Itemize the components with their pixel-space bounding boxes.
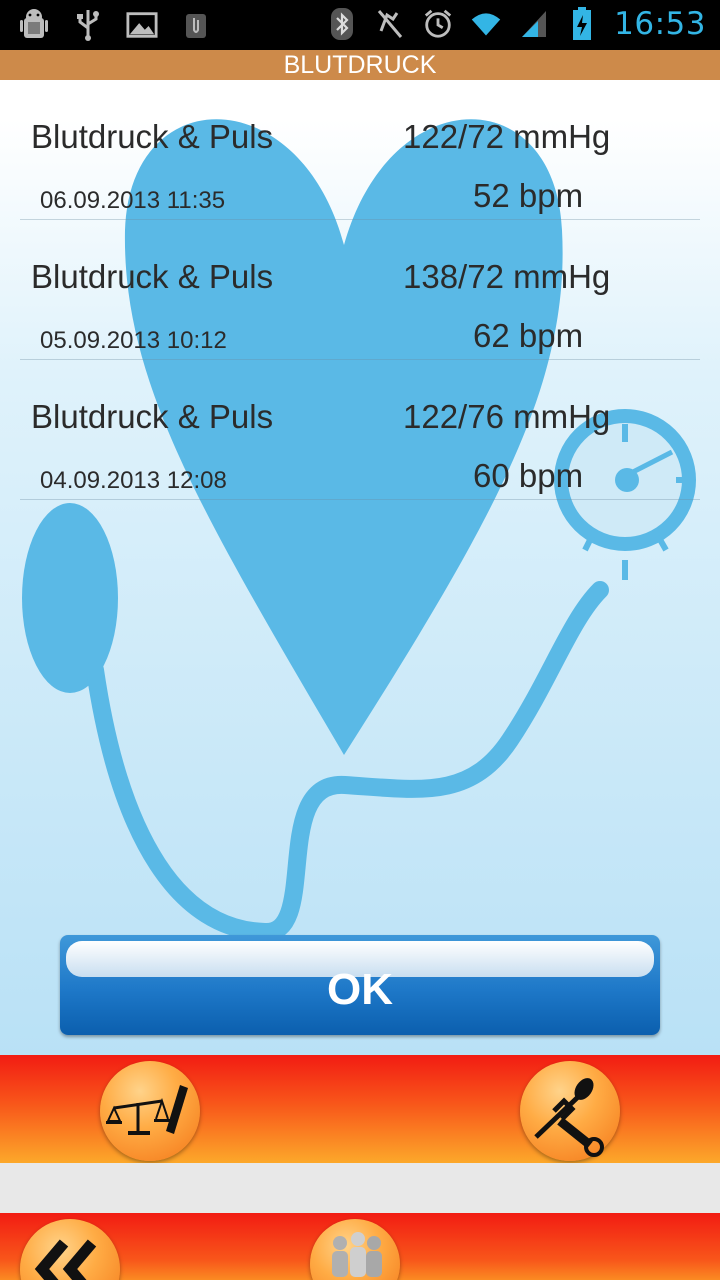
content-area: Blutdruck & Puls 122/72 mmHg 06.09.2013 … [0,80,720,1055]
signal-icon [518,7,550,41]
scale-ruler-icon [106,1085,188,1135]
reading-date: 06.09.2013 11:35 [40,187,226,214]
reading-blood-pressure: 122/76 mmHg [403,398,611,435]
bottom-nav-bar-secondary [0,1213,720,1280]
ok-button[interactable]: OK [60,935,660,1035]
list-item[interactable]: Blutdruck & Puls 122/72 mmHg 06.09.2013 … [20,80,700,220]
reading-date: 04.09.2013 12:08 [40,467,227,494]
clock: 16:53 [614,6,706,42]
android-debug-icon [18,8,50,42]
reading-pulse: 62 bpm [473,317,584,354]
tools-button[interactable] [520,1061,620,1161]
bottom-nav-bar [0,1055,720,1163]
image-icon [126,8,158,42]
people-button[interactable] [310,1219,400,1280]
reading-blood-pressure: 138/72 mmHg [403,258,611,295]
page-title: BLUTDRUCK [0,50,720,80]
reading-title: Blutdruck & Puls [31,258,274,295]
wifi-icon [470,7,502,41]
status-bar: 16:53 [0,0,720,50]
usb-icon [72,8,104,42]
readings-list: Blutdruck & Puls 122/72 mmHg 06.09.2013 … [20,80,700,500]
people-icon [332,1232,382,1277]
back-double-chevron-icon [34,1239,97,1280]
reading-blood-pressure: 122/72 mmHg [403,118,611,155]
bluetooth-icon [326,7,358,41]
reading-title: Blutdruck & Puls [31,118,274,155]
tools-icon [534,1078,604,1157]
ok-button-label: OK [327,965,393,1014]
scale-ruler-button[interactable] [100,1061,200,1161]
reading-title: Blutdruck & Puls [31,398,274,435]
list-item[interactable]: Blutdruck & Puls 138/72 mmHg 05.09.2013 … [20,220,700,360]
alarm-icon [422,7,454,41]
clipboard-icon [180,8,212,42]
list-item[interactable]: Blutdruck & Puls 122/76 mmHg 04.09.2013 … [20,360,700,500]
divider-strip [0,1163,720,1213]
reading-date: 05.09.2013 10:12 [40,327,227,354]
back-button[interactable] [20,1219,120,1280]
mute-icon [374,7,406,41]
battery-charging-icon [566,7,598,41]
reading-pulse: 52 bpm [473,177,584,214]
reading-pulse: 60 bpm [473,457,584,494]
